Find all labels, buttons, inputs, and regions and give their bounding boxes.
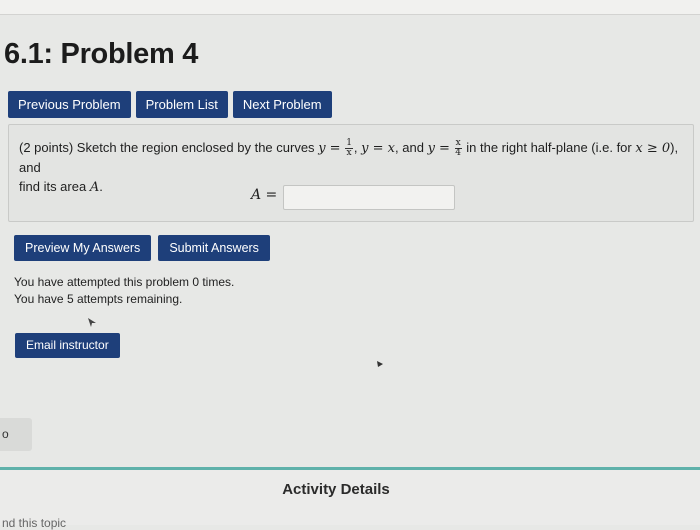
condition: x ≥ 0 bbox=[635, 141, 671, 156]
problem-panel: (2 points) Sketch the region enclosed by… bbox=[8, 124, 694, 222]
email-container: Email instructor bbox=[15, 333, 120, 358]
mouse-cursor-icon bbox=[88, 318, 96, 327]
cutoff-text: nd this topic bbox=[2, 516, 67, 530]
email-instructor-button[interactable]: Email instructor bbox=[15, 333, 120, 358]
comma: , bbox=[353, 140, 358, 155]
answer-actions: Preview My Answers Submit Answers bbox=[14, 235, 270, 261]
problem-navigation: Previous Problem Problem List Next Probl… bbox=[8, 91, 332, 118]
preview-answers-button[interactable]: Preview My Answers bbox=[14, 235, 152, 261]
page-title: 6.1: Problem 4 bbox=[4, 38, 199, 70]
previous-problem-button[interactable]: Previous Problem bbox=[8, 91, 131, 118]
problem-intro: (2 points) Sketch the region enclosed by… bbox=[19, 140, 315, 155]
equation-2: y = x bbox=[361, 141, 396, 156]
period: . bbox=[99, 179, 103, 195]
answer-input[interactable] bbox=[283, 185, 455, 210]
line2-text: find its area bbox=[19, 179, 87, 195]
next-problem-button[interactable]: Next Problem bbox=[232, 91, 332, 118]
fraction-x-over-4: x4 bbox=[454, 138, 462, 159]
attempts-info: You have attempted this problem 0 times.… bbox=[14, 274, 234, 308]
and-text: , and bbox=[395, 140, 424, 155]
side-tab-label: o bbox=[2, 427, 9, 441]
equation-1-lhs: y = bbox=[318, 141, 341, 156]
half-plane-text: in the right half-plane (i.e. for bbox=[466, 140, 632, 155]
equation-3-lhs: y = bbox=[427, 141, 450, 156]
attempts-count-text: You have attempted this problem 0 times. bbox=[14, 275, 235, 289]
attempts-remaining-text: You have 5 attempts remaining. bbox=[14, 292, 183, 306]
activity-details-heading: Activity Details bbox=[282, 481, 390, 498]
problem-list-button[interactable]: Problem List bbox=[135, 91, 228, 118]
fraction-one-over-x: 1x bbox=[345, 138, 353, 159]
side-tab[interactable]: o bbox=[0, 418, 32, 451]
submit-answers-button[interactable]: Submit Answers bbox=[158, 235, 270, 261]
answer-label: A = bbox=[251, 187, 278, 203]
area-variable: A bbox=[89, 180, 100, 196]
top-bar bbox=[0, 0, 700, 15]
screen-mark-icon bbox=[377, 361, 383, 367]
